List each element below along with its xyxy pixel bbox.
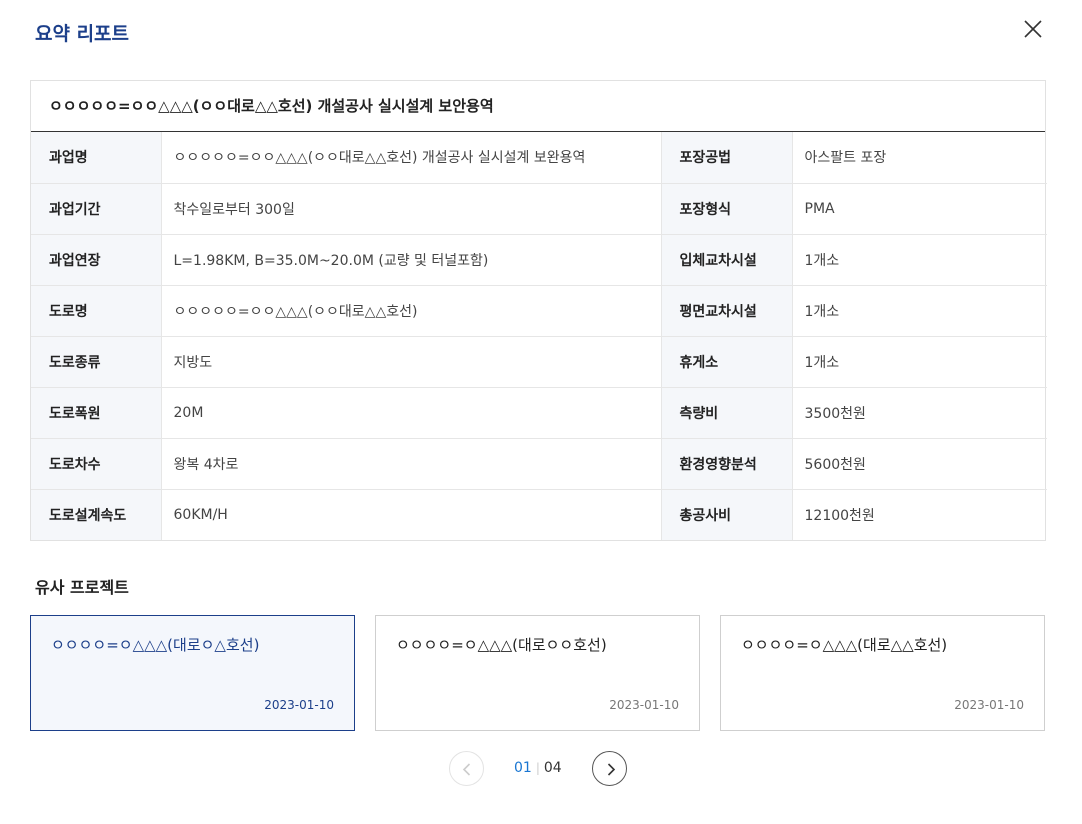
- page-separator: |: [535, 761, 540, 775]
- field-value: 20M: [161, 386, 662, 438]
- field-value: 1개소: [792, 284, 1047, 336]
- field-label: 도로명: [31, 284, 162, 336]
- chevron-right-icon: [607, 763, 616, 776]
- field-label: 도로차수: [31, 437, 162, 489]
- chevron-left-icon: [462, 763, 471, 776]
- report-row: 도로명 ㅇㅇㅇㅇㅇ=ㅇㅇ△△△(ㅇㅇ대로△△호선) 평면교차시설 1개소: [31, 284, 1047, 336]
- field-label: 측량비: [661, 386, 793, 438]
- project-card-date: 2023-01-10: [264, 698, 334, 712]
- report-row: 과업기간 착수일로부터 300일 포장형식 PMA: [31, 182, 1047, 234]
- field-label: 포장형식: [661, 182, 793, 234]
- project-card-name: ㅇㅇㅇㅇ=ㅇ△△△(대로△△호선): [741, 636, 948, 654]
- project-card[interactable]: ㅇㅇㅇㅇ=ㅇ△△△(대로ㅇㅇ호선) 2023-01-10: [375, 615, 700, 731]
- field-value: ㅇㅇㅇㅇㅇ=ㅇㅇ△△△(ㅇㅇ대로△△호선) 개설공사 실시설계 보완용역: [161, 132, 662, 183]
- field-label: 포장공법: [661, 132, 793, 183]
- project-card-date: 2023-01-10: [954, 698, 1024, 712]
- report-table: 과업명 ㅇㅇㅇㅇㅇ=ㅇㅇ△△△(ㅇㅇ대로△△호선) 개설공사 실시설계 보완용역 포…: [31, 132, 1047, 540]
- field-label: 평면교차시설: [661, 284, 793, 336]
- field-label: 휴게소: [661, 335, 793, 387]
- field-label: 총공사비: [661, 488, 793, 540]
- field-label: 과업기간: [31, 182, 162, 234]
- field-label: 환경영향분석: [661, 437, 793, 489]
- field-value: 1개소: [792, 233, 1047, 285]
- next-page-button[interactable]: [592, 751, 627, 786]
- project-card[interactable]: ㅇㅇㅇㅇ=ㅇ△△△(대로△△호선) 2023-01-10: [720, 615, 1045, 731]
- report-row: 과업명 ㅇㅇㅇㅇㅇ=ㅇㅇ△△△(ㅇㅇ대로△△호선) 개설공사 실시설계 보완용역 포…: [31, 132, 1047, 183]
- project-card[interactable]: ㅇㅇㅇㅇ=ㅇ△△△(대로ㅇ△호선) 2023-01-10: [30, 615, 355, 731]
- field-value: PMA: [792, 182, 1047, 234]
- similar-projects-title: 유사 프로젝트: [35, 578, 129, 597]
- field-value: L=1.98KM, B=35.0M~20.0M (교량 및 터널포함): [161, 233, 662, 285]
- close-icon: [1024, 20, 1042, 38]
- prev-page-button[interactable]: [449, 751, 484, 786]
- field-value: 아스팔트 포장: [804, 150, 887, 167]
- field-value: ㅇㅇㅇㅇㅇ=ㅇㅇ△△△(ㅇㅇ대로△△호선): [161, 284, 662, 336]
- report-row: 도로설계속도 60KM/H 총공사비 12100천원: [31, 488, 1047, 540]
- report-panel: ㅇㅇㅇㅇㅇ=ㅇㅇ△△△(ㅇㅇ대로△△호선) 개설공사 실시설계 보안용역 과업명…: [30, 80, 1047, 541]
- field-label: 과업명: [31, 132, 162, 183]
- field-value: 착수일로부터 300일: [161, 182, 662, 234]
- field-label: 입체교차시설: [661, 233, 793, 285]
- project-card-name: ㅇㅇㅇㅇ=ㅇ△△△(대로ㅇ△호선): [51, 636, 260, 654]
- field-value: 왕복 4차로: [161, 437, 662, 489]
- current-page: 01: [514, 760, 532, 776]
- total-pages: 04: [543, 760, 562, 776]
- field-label: 도로폭원: [31, 386, 162, 438]
- field-label: 도로종류: [31, 335, 162, 387]
- report-row: 도로종류 지방도 휴게소 1개소: [31, 335, 1047, 387]
- similar-projects-list: ㅇㅇㅇㅇ=ㅇ△△△(대로ㅇ△호선) 2023-01-10 ㅇㅇㅇㅇ=ㅇ△△△(대…: [30, 615, 1045, 731]
- report-title: ㅇㅇㅇㅇㅇ=ㅇㅇ△△△(ㅇㅇ대로△△호선) 개설공사 실시설계 보안용역: [31, 81, 1045, 132]
- field-value: 60KM/H: [161, 488, 662, 540]
- field-value: 12100천원: [792, 488, 1047, 540]
- project-card-date: 2023-01-10: [609, 698, 679, 712]
- pagination: 01 | 04: [449, 751, 627, 786]
- field-value: 3500천원: [792, 386, 1047, 438]
- report-row: 도로폭원 20M 측량비 3500천원: [31, 386, 1047, 438]
- report-row: 과업연장 L=1.98KM, B=35.0M~20.0M (교량 및 터널포함) 입…: [31, 233, 1047, 285]
- page-indicator: 01 | 04: [514, 760, 562, 776]
- field-value: 1개소: [792, 335, 1047, 387]
- report-row: 도로차수 왕복 4차로 환경영향분석 5600천원: [31, 437, 1047, 489]
- field-label: 도로설계속도: [31, 488, 162, 540]
- field-label: 과업연장: [31, 233, 162, 285]
- close-button[interactable]: [1020, 16, 1046, 42]
- project-card-name: ㅇㅇㅇㅇ=ㅇ△△△(대로ㅇㅇ호선): [396, 636, 607, 654]
- field-value: 지방도: [161, 335, 662, 387]
- modal-title: 요약 리포트: [35, 23, 130, 45]
- field-value: 5600천원: [792, 437, 1047, 489]
